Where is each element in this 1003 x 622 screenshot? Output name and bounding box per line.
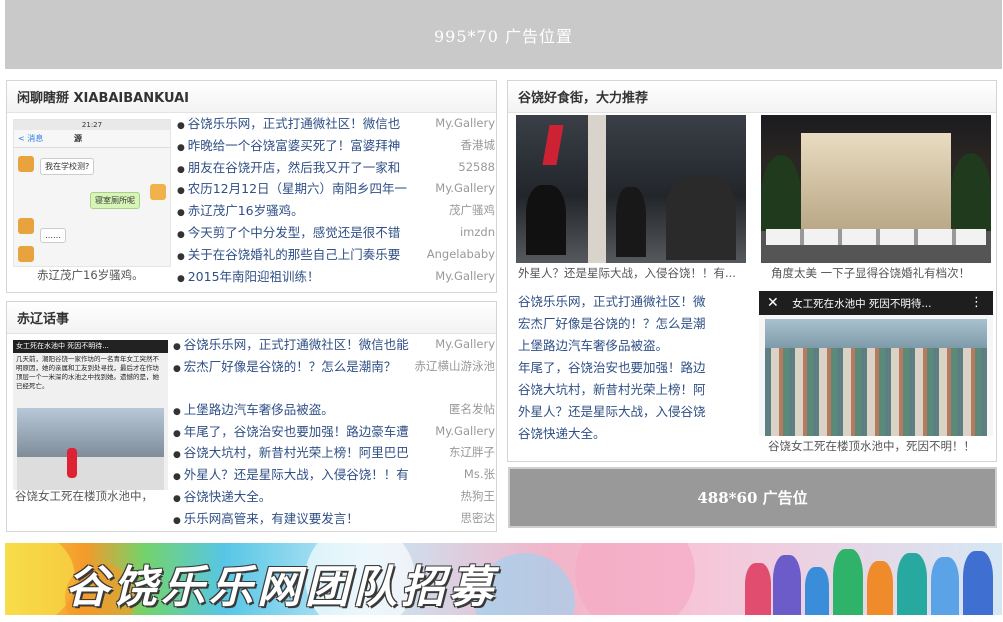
chat-contact-name: 源: [74, 134, 82, 143]
food-link[interactable]: 年尾了，谷饶治安也要加强！路边: [518, 357, 718, 379]
food-links: 谷饶乐乐网，正式打通微社区！微 宏杰厂好像是谷饶的！？怎么是潮 上堡路边汽车奢侈…: [518, 291, 718, 445]
list-item[interactable]: 农历12月12日（星期六）南阳乡四年一My.Gallery: [177, 178, 495, 201]
list-item-source[interactable]: My.Gallery: [431, 334, 495, 356]
chat-bubble: 寝室厕所呢: [90, 192, 140, 209]
wedding-cars-photo[interactable]: [761, 115, 991, 263]
list-item-source[interactable]: 匿名发帖: [445, 398, 495, 421]
street-crowd-caption[interactable]: 外星人？还是星际大战，入侵谷饶！！有...: [518, 265, 746, 281]
list-item-source[interactable]: 思密达: [456, 507, 495, 530]
list-item-title[interactable]: 乐乐网高管来，有建议要发言！: [173, 508, 495, 533]
water-tank-photo[interactable]: ✕ 女工死在水池中 死因不明待... ⋮: [759, 291, 993, 436]
top-ad-banner[interactable]: 995*70 广告位置: [5, 0, 1002, 69]
list-item-source[interactable]: My.Gallery: [431, 265, 495, 288]
avatar: [18, 156, 34, 172]
water-tank-caption[interactable]: 谷饶女工死在楼顶水池中，死因不明！！: [768, 438, 990, 454]
list-item[interactable]: 谷饶快递大全。热狗王: [173, 485, 495, 508]
list-item-source[interactable]: 香港城: [456, 134, 495, 157]
avatar: [18, 246, 34, 262]
people-silhouettes: [735, 543, 1002, 615]
list-item-source[interactable]: My.Gallery: [431, 178, 495, 201]
list-item[interactable]: 今天剪了个中分发型，感觉还是很不错imzdn: [177, 221, 495, 244]
banner-decor: [575, 543, 695, 615]
mid-ad-banner[interactable]: 488*60 广告位: [508, 467, 997, 528]
food-link[interactable]: 上堡路边汽车奢侈品被盗。: [518, 335, 718, 357]
list-item-source[interactable]: imzdn: [455, 221, 495, 244]
chitchat-news-list: 谷饶乐乐网，正式打通微社区！微信也My.Gallery 昨晚给一个谷饶富婆买死了…: [177, 113, 495, 288]
news-photo-caption[interactable]: 谷饶女工死在楼顶水池中，: [15, 488, 175, 504]
close-icon[interactable]: ✕: [767, 295, 779, 311]
chat-bubble: 我在学校测?: [40, 158, 95, 175]
avatar: [150, 184, 166, 200]
rooftop-scene-image: [17, 408, 164, 490]
chat-bubble: ……: [40, 228, 66, 243]
wedding-cars-caption[interactable]: 角度太美 一下子显得谷饶婚礼有档次！: [771, 265, 993, 281]
food-link[interactable]: 谷饶快递大全。: [518, 423, 718, 445]
chiliao-news-list: 谷饶乐乐网，正式打通微社区！微信也能My.Gallery 宏杰厂好像是谷饶的！？…: [173, 334, 495, 530]
food-link[interactable]: 宏杰厂好像是谷饶的！？怎么是潮: [518, 313, 718, 335]
list-item-source[interactable]: 茂广骚鸡: [445, 200, 495, 222]
avatar: [18, 218, 34, 234]
more-menu-icon[interactable]: ⋮: [970, 291, 983, 315]
chat-topbar: < 消息 源: [14, 130, 170, 148]
list-item[interactable]: 关于在谷饶婚礼的那些自己上门奏乐要Angelababy: [177, 243, 495, 266]
news-photo-thumb[interactable]: 女工死在水池中 死因不明待... 几天前，潮阳谷饶一家作坊的一名青年女工突然不明…: [13, 340, 168, 490]
news-photo-headline: 女工死在水池中 死因不明待...: [13, 340, 168, 353]
panel-chitchat: 闲聊瞎掰 XIABAIBANKUAI 21:27 < 消息 源 我在学校测? 寝…: [6, 80, 497, 293]
list-item[interactable]: 谷饶大坑村，新昔村光荣上榜！阿里巴巴东辽胖子: [173, 442, 495, 465]
list-item[interactable]: 上堡路边汽车奢侈品被盗。匿名发帖: [173, 398, 495, 421]
list-item-source[interactable]: 热狗王: [456, 485, 495, 508]
video-header-title: 女工死在水池中 死因不明待...: [792, 298, 932, 310]
list-item[interactable]: 谷饶乐乐网，正式打通微社区！微信也能My.Gallery: [173, 334, 495, 356]
list-item[interactable]: 外星人？还是星际大战，入侵谷饶！！有Ms.张: [173, 464, 495, 486]
top-ad-label: 995*70 广告位置: [434, 26, 573, 46]
list-item[interactable]: 宏杰厂好像是谷饶的！？怎么是潮南？赤辽横山游泳池: [173, 355, 495, 399]
mid-ad-label: 488*60 广告位: [697, 489, 808, 507]
chat-statusbar: 21:27: [14, 120, 170, 130]
chat-thumb-caption[interactable]: 赤辽茂广16岁骚鸡。: [37, 267, 177, 283]
chat-screenshot-thumb[interactable]: 21:27 < 消息 源 我在学校测? 寝室厕所呢 ……: [13, 119, 171, 267]
video-header-bar: ✕ 女工死在水池中 死因不明待... ⋮: [759, 291, 993, 315]
panel-food-title: 谷饶好食街，大力推荐: [508, 81, 996, 113]
list-item[interactable]: 谷饶乐乐网，正式打通微社区！微信也My.Gallery: [177, 113, 495, 135]
list-item[interactable]: 昨晚给一个谷饶富婆买死了！富婆拜神香港城: [177, 134, 495, 157]
recruit-banner[interactable]: 谷饶乐乐网团队招募: [5, 543, 1002, 615]
list-item-source[interactable]: Angelababy: [422, 243, 495, 266]
panel-chiliao-talk: 赤辽话事 女工死在水池中 死因不明待... 几天前，潮阳谷饶一家作坊的一名青年女…: [6, 301, 497, 532]
list-item-source[interactable]: Ms.张: [459, 464, 495, 486]
panel-food-street: 谷饶好食街，大力推荐 外星人？还是星际大战，入侵谷饶！！有... 角度太美 一下…: [507, 80, 997, 462]
list-item-source[interactable]: 东辽胖子: [445, 442, 495, 465]
list-item-source[interactable]: 赤辽横山游泳池: [410, 355, 495, 378]
food-link[interactable]: 谷饶乐乐网，正式打通微社区！微: [518, 291, 718, 313]
list-item[interactable]: 赤辽茂广16岁骚鸡。茂广骚鸡: [177, 200, 495, 222]
list-item[interactable]: 朋友在谷饶开店，然后我又开了一家和52588: [177, 156, 495, 179]
panel-chiliao-title: 赤辽话事: [7, 302, 496, 334]
street-crowd-photo[interactable]: [516, 115, 746, 263]
list-item-source[interactable]: My.Gallery: [431, 420, 495, 443]
list-item-source[interactable]: 52588: [454, 156, 495, 179]
news-photo-body: 几天前，潮阳谷饶一家作坊的一名青年女工突然不明原因，她的亲属和工友到处寻找，最后…: [16, 355, 159, 390]
list-item[interactable]: 2015年南阳迎祖训练！My.Gallery: [177, 265, 495, 288]
panel-chitchat-title: 闲聊瞎掰 XIABAIBANKUAI: [7, 81, 496, 113]
list-item[interactable]: 乐乐网高管来，有建议要发言！思密达: [173, 507, 495, 533]
chat-back-link: < 消息: [18, 134, 44, 143]
list-item-source[interactable]: My.Gallery: [431, 113, 495, 135]
list-item[interactable]: 年尾了，谷饶治安也要加强！路边豪车遭My.Gallery: [173, 420, 495, 443]
food-link[interactable]: 外星人？还是星际大战，入侵谷饶: [518, 401, 718, 423]
food-link[interactable]: 谷饶大坑村，新昔村光荣上榜！阿: [518, 379, 718, 401]
recruit-banner-text: 谷饶乐乐网团队招募: [65, 562, 497, 613]
